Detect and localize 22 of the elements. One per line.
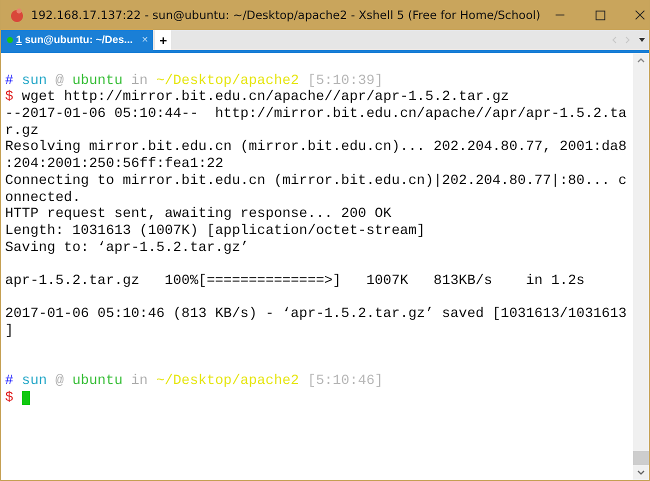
prompt-symbol: $ <box>5 390 14 406</box>
tab-number: 1 <box>16 34 22 46</box>
command-line: $ wget http://mirror.bit.edu.cn/apache//apr/apr-1.5.2.tar.gz <box>5 89 510 106</box>
prompt-line: # sun @ ubuntu in ~/Desktop/apache2 [5:10:46] <box>5 373 384 390</box>
window-title: 192.168.17.137:22 - sun@ubuntu: ~/Desktop/apache2 - Xshell 5 (Free for Home/School) <box>31 8 540 22</box>
session-tab[interactable]: 1 sun@ubuntu: ~/Des... × <box>1 30 154 50</box>
output-line: Resolving mirror.bit.edu.cn (mirror.bit.edu.cn)... 202.204.80.77, 2001:da8 <box>5 139 628 156</box>
output-line: r.gz <box>5 122 40 140</box>
prompt-line: # sun @ ubuntu in ~/Desktop/apache2 [5:10:39] <box>5 72 384 90</box>
output-line: HTTP request sent, awaiting response... 200 OK <box>5 206 392 223</box>
tab-label: sun@ubuntu: ~/Des... <box>24 34 133 46</box>
output-line: ] <box>5 323 14 340</box>
output-line: :204:2001:250:56ff:fea1:22 <box>5 156 224 173</box>
output-line: 2017-01-06 05:10:46 (813 KB/s) - ‘apr-1.5.2.tar.gz’ saved [1031613/1031613 <box>5 306 628 323</box>
output-line: Saving to: ‘apr-1.5.2.tar.gz’ <box>5 240 250 256</box>
output-line: --2017-01-06 05:10:44-- http://mirror.bit.edu.cn/apache//apr/apr-1.5.2.ta <box>5 106 628 123</box>
output-line: onnected. <box>5 190 82 206</box>
output-line: apr-1.5.2.tar.gz 100%[==============>] 1007K 813KB/s in 1.2s <box>5 272 586 290</box>
tab-close-button[interactable]: × <box>136 34 148 46</box>
new-tab-button[interactable]: + <box>155 30 172 50</box>
output-line: Connecting to mirror.bit.edu.cn (mirror.bit.edu.cn)|202.204.80.77|:80... c <box>5 172 628 190</box>
output-line: Length: 1031613 (1007K) [application/octet-stream] <box>5 222 426 240</box>
